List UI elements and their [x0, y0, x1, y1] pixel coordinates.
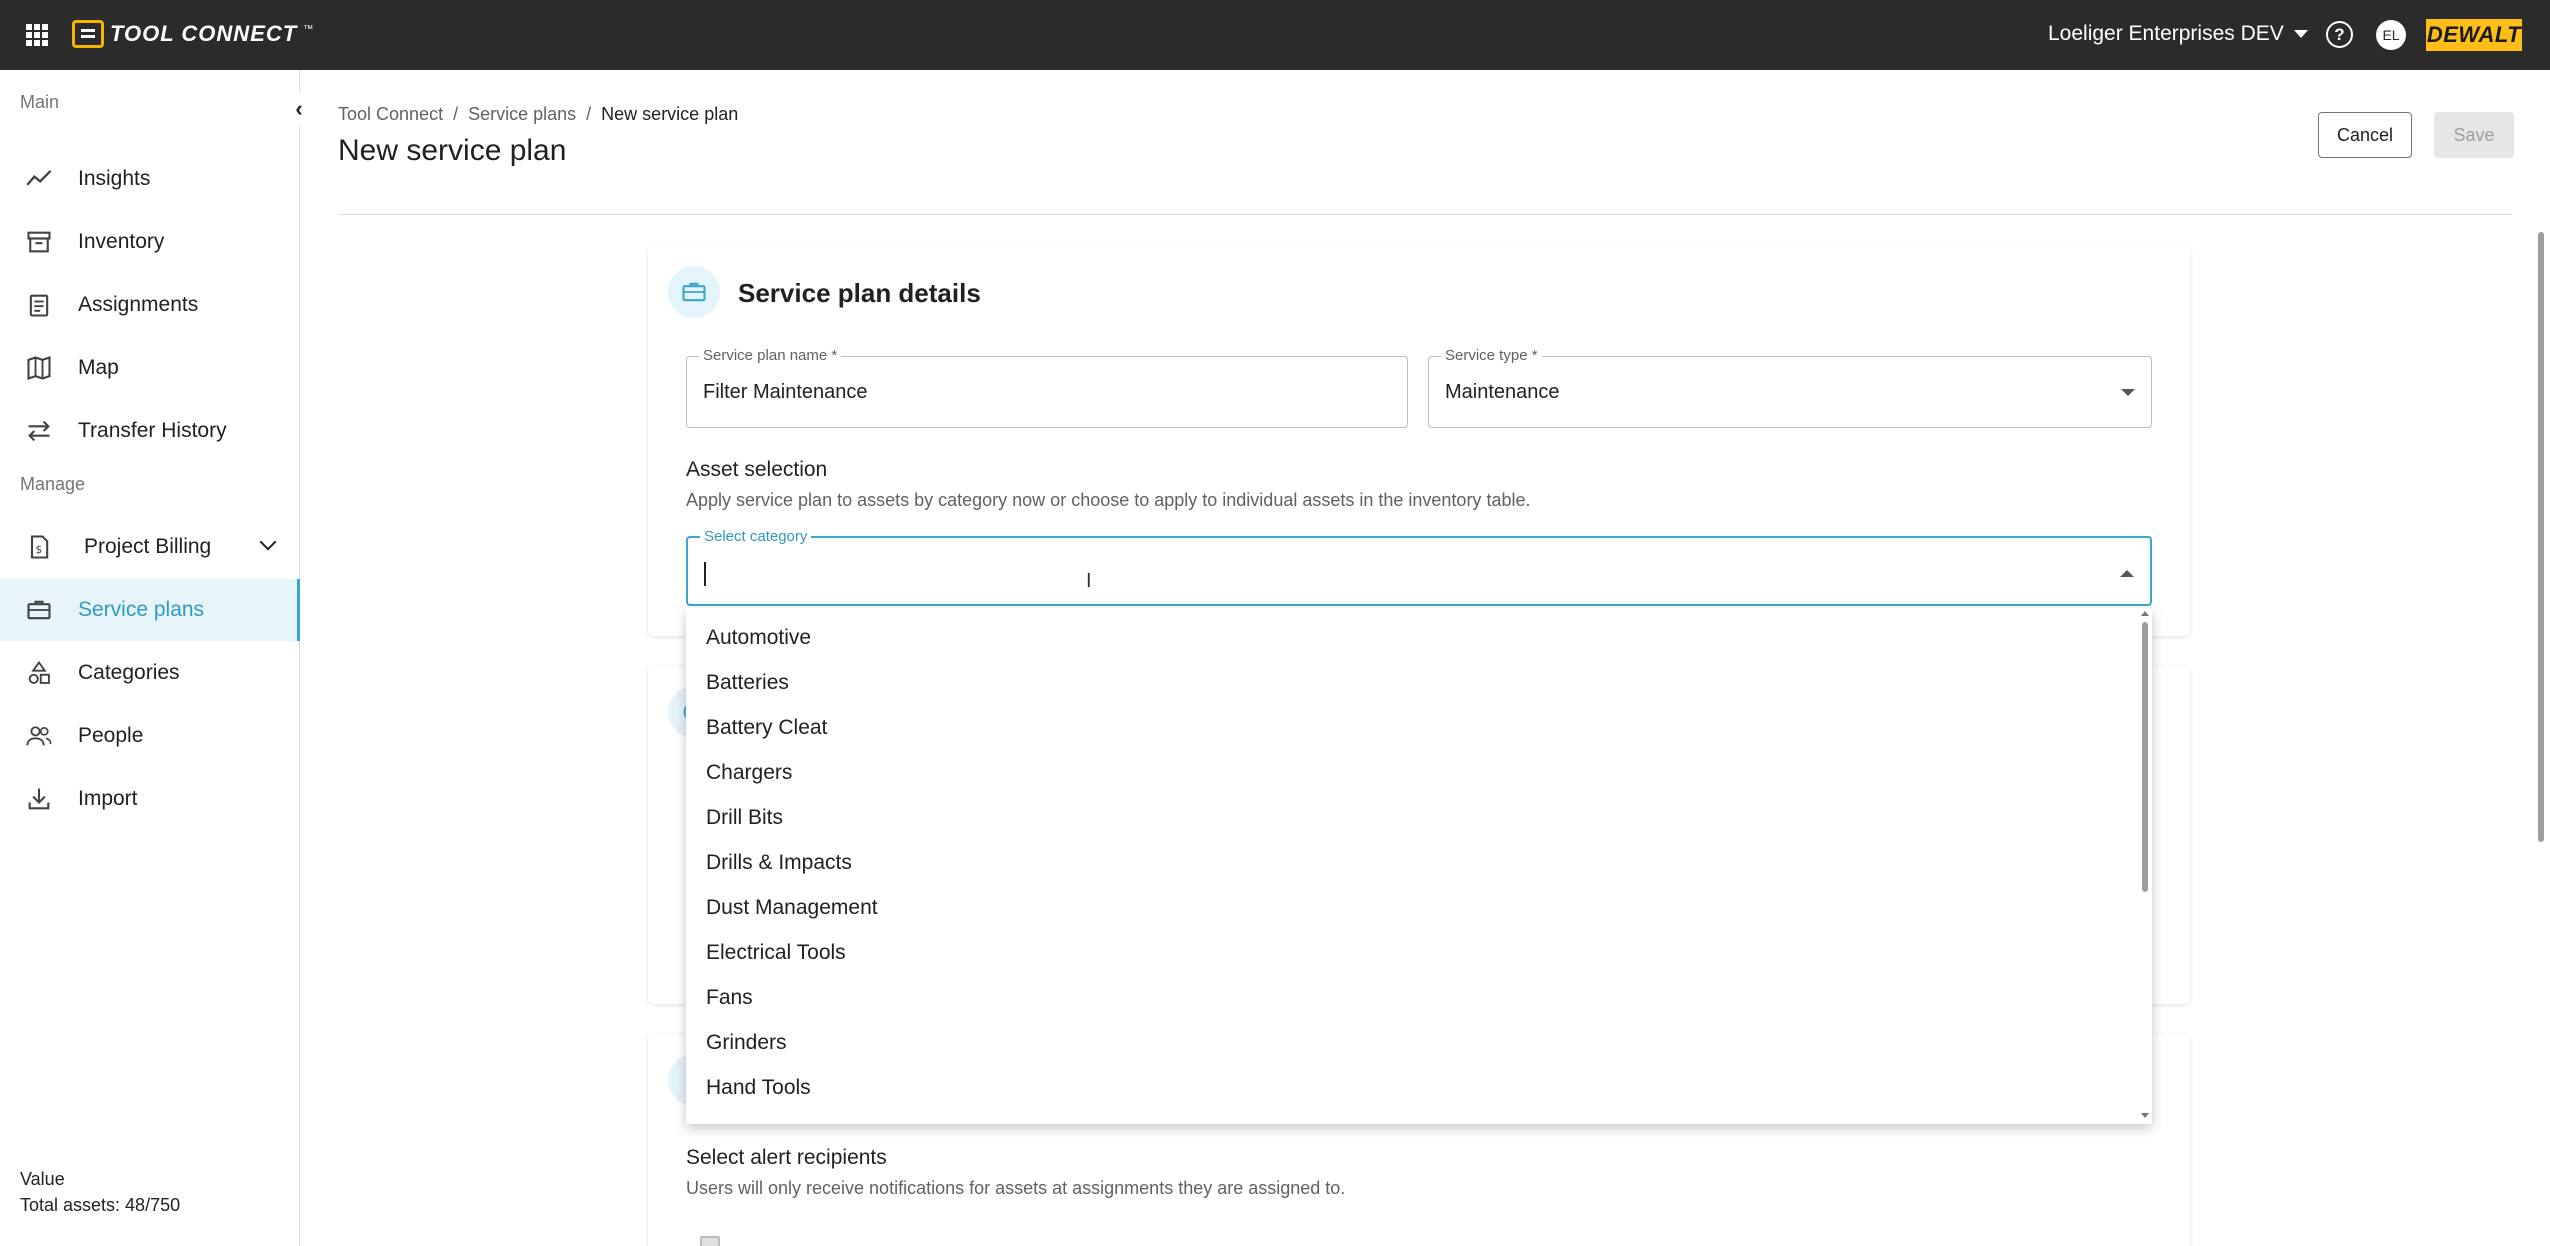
sidebar-item-label: Assignments [78, 293, 199, 316]
trending-up-icon [24, 164, 54, 194]
download-icon [24, 784, 54, 814]
archive-box-icon [24, 227, 54, 257]
scroll-up-arrow-icon[interactable] [2141, 611, 2149, 616]
breadcrumb-tool-connect[interactable]: Tool Connect [338, 104, 443, 125]
chevron-left-icon: ‹ [295, 96, 303, 121]
alert-recipients-helper: Users will only receive notifications fo… [686, 1178, 1346, 1198]
field-label: Service type * [1441, 347, 1542, 364]
sidebar-item-label: Map [78, 356, 119, 379]
service-plan-details-card: Service plan details Service plan name *… [648, 246, 2190, 636]
field-label: Select category [700, 528, 812, 545]
asset-selection-helper: Apply service plan to assets by category… [686, 490, 1531, 510]
category-option[interactable]: Drills & Impacts [706, 851, 852, 875]
section-label-manage: Manage [20, 474, 86, 494]
organization-name: Loeliger Enterprises DEV [2048, 22, 2284, 45]
category-option[interactable]: Automotive [706, 626, 811, 650]
toolbox-icon [24, 595, 54, 625]
page-scrollbar[interactable] [2538, 232, 2544, 842]
help-icon[interactable]: ? [2326, 21, 2353, 48]
apps-grid-icon[interactable] [26, 24, 48, 46]
value-label: Value [20, 1169, 65, 1189]
sidebar-item-inventory[interactable]: Inventory [0, 211, 300, 273]
people-icon [24, 721, 54, 751]
select-category-input[interactable]: Select category [686, 528, 2152, 606]
category-option[interactable]: Fans [706, 986, 753, 1010]
save-button[interactable]: Save [2434, 112, 2514, 158]
alert-recipients-heading: Select alert recipients [686, 1146, 887, 1169]
breadcrumb-current: New service plan [601, 104, 739, 124]
map-icon [24, 353, 54, 383]
service-type-select[interactable]: Service type * Maintenance [1428, 347, 2152, 428]
service-plan-name-value: Filter Maintenance [703, 381, 868, 403]
sidebar-item-label: Inventory [78, 230, 165, 253]
breadcrumb-service-plans[interactable]: Service plans [468, 104, 576, 125]
card-title: Service plan details [738, 278, 981, 308]
clipboard-icon [24, 290, 54, 320]
field-label: Service plan name * [699, 347, 842, 364]
recipient-checkbox[interactable] [700, 1236, 720, 1246]
svg-text:$: $ [36, 544, 43, 556]
sidebar-item-label: Import [78, 787, 138, 810]
sidebar-item-insights[interactable]: Insights [0, 148, 300, 210]
collapse-sidebar-button[interactable]: ‹ [282, 92, 316, 126]
sidebar-item-service-plans[interactable]: Service plans [0, 579, 300, 641]
top-bar: TOOL CONNECT ™ Loeliger Enterprises DEV ?… [0, 0, 2550, 70]
scroll-down-arrow-icon[interactable] [2141, 1113, 2149, 1118]
toolbox-icon [668, 266, 720, 318]
organization-selector[interactable]: Loeliger Enterprises DEV [2048, 22, 2308, 46]
sidebar-item-label: Transfer History [78, 419, 227, 442]
service-type-value: Maintenance [1445, 381, 1560, 403]
breadcrumb-separator: / [586, 104, 592, 124]
text-cursor [704, 562, 706, 586]
logo-trademark: ™ [303, 23, 314, 35]
logo-text: TOOL CONNECT [110, 21, 298, 46]
total-assets: Total assets: 48/750 [20, 1195, 181, 1215]
category-option[interactable]: Chargers [706, 761, 792, 785]
category-option[interactable]: Battery Cleat [706, 716, 827, 740]
breadcrumb-separator: / [453, 104, 459, 124]
transfer-arrows-icon [24, 416, 54, 446]
sidebar-item-assignments[interactable]: Assignments [0, 274, 300, 336]
sidebar-item-import[interactable]: Import [0, 768, 300, 830]
mouse-ibeam-cursor-icon: I [1086, 570, 1092, 592]
sidebar: Main Insights Inventory Assignments Map … [0, 70, 300, 1246]
dewalt-logo: DEWALT [2426, 19, 2522, 51]
service-plan-name-field[interactable]: Service plan name * Filter Maintenance [686, 347, 1408, 428]
header-divider [338, 214, 2512, 215]
sidebar-item-project-billing[interactable]: $ Project Billing [0, 516, 300, 578]
tool-connect-logo-icon [72, 20, 104, 48]
user-avatar[interactable]: EL [2376, 20, 2406, 50]
sidebar-item-map[interactable]: Map [0, 337, 300, 399]
dropdown-scrollbar[interactable] [2142, 622, 2148, 892]
sidebar-item-transfer-history[interactable]: Transfer History [0, 400, 300, 462]
category-option[interactable]: Dust Management [706, 896, 878, 920]
sidebar-item-label: Project Billing [84, 535, 212, 558]
cancel-button[interactable]: Cancel [2318, 112, 2412, 158]
section-label-main: Main [20, 92, 60, 112]
tool-connect-logo[interactable]: TOOL CONNECT ™ [72, 20, 313, 48]
caret-down-icon [2293, 30, 2308, 38]
sidebar-item-label: Service plans [78, 598, 205, 621]
category-option[interactable]: Hand Tools [706, 1076, 811, 1100]
sidebar-item-categories[interactable]: Categories [0, 642, 300, 704]
sidebar-item-people[interactable]: People [0, 705, 300, 767]
dropdown-arrow-icon [2121, 389, 2135, 396]
sidebar-item-label: People [78, 724, 144, 747]
dropdown-arrow-up-icon [2120, 570, 2134, 577]
category-option[interactable]: Grinders [706, 1031, 787, 1055]
sidebar-item-label: Categories [78, 661, 180, 684]
billing-document-icon: $ [24, 532, 54, 562]
sidebar-footer: Value Total assets: 48/750 [20, 1166, 180, 1218]
sidebar-item-label: Insights [78, 167, 151, 190]
asset-selection-heading: Asset selection [686, 458, 828, 481]
breadcrumb: Tool Connect / Service plans / New servi… [338, 104, 738, 125]
category-option[interactable]: Drill Bits [706, 806, 783, 830]
shapes-icon [24, 658, 54, 688]
chevron-down-icon[interactable] [259, 533, 277, 551]
category-option[interactable]: Batteries [706, 671, 789, 695]
category-option[interactable]: Electrical Tools [706, 941, 846, 965]
page-title: New service plan [338, 134, 567, 167]
category-dropdown-list: Automotive Batteries Battery Cleat Charg… [686, 608, 2152, 1124]
